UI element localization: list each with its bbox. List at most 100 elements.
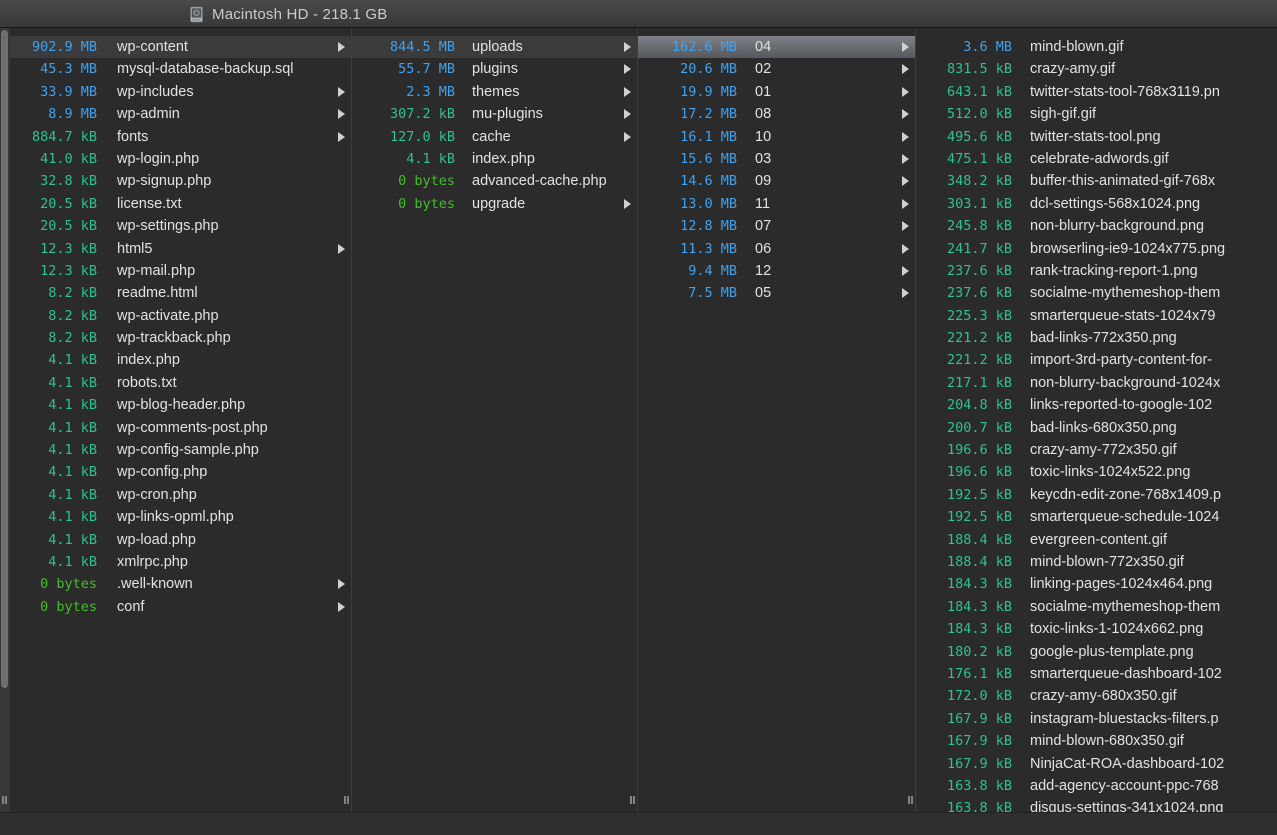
file-name: linking-pages-1024x464.png	[1030, 573, 1277, 595]
file-row[interactable]: 4.1 kBwp-config-sample.php	[10, 439, 351, 461]
file-row[interactable]: 237.6 kBrank-tracking-report-1.png	[916, 260, 1277, 282]
file-row[interactable]: 8.9 MBwp-admin	[10, 103, 351, 125]
file-row[interactable]: 192.5 kBkeycdn-edit-zone-768x1409.p	[916, 484, 1277, 506]
file-row[interactable]: 167.9 kBmind-blown-680x350.gif	[916, 730, 1277, 752]
file-row[interactable]: 3.6 MBmind-blown.gif	[916, 36, 1277, 58]
file-row[interactable]: 7.5 MB05	[638, 282, 915, 304]
file-row[interactable]: 14.6 MB09	[638, 170, 915, 192]
file-row[interactable]: 11.3 MB06	[638, 238, 915, 260]
file-row[interactable]: 188.4 kBevergreen-content.gif	[916, 529, 1277, 551]
file-size: 303.1 kB	[916, 193, 1012, 215]
file-row[interactable]: 184.3 kBtoxic-links-1-1024x662.png	[916, 618, 1277, 640]
file-row[interactable]: 184.3 kBlinking-pages-1024x464.png	[916, 573, 1277, 595]
file-row[interactable]: 225.3 kBsmarterqueue-stats-1024x79	[916, 305, 1277, 327]
file-row[interactable]: 241.7 kBbrowserling-ie9-1024x775.png	[916, 238, 1277, 260]
file-row[interactable]: 13.0 MB11	[638, 193, 915, 215]
file-row[interactable]: 192.5 kBsmarterqueue-schedule-1024	[916, 506, 1277, 528]
file-row[interactable]: 20.5 kBlicense.txt	[10, 193, 351, 215]
file-row[interactable]: 12.3 kBhtml5	[10, 238, 351, 260]
file-row[interactable]: 884.7 kBfonts	[10, 126, 351, 148]
file-row[interactable]: 4.1 kBwp-blog-header.php	[10, 394, 351, 416]
file-row[interactable]: 196.6 kBtoxic-links-1024x522.png	[916, 461, 1277, 483]
file-row[interactable]: 8.2 kBwp-activate.php	[10, 305, 351, 327]
file-row[interactable]: 172.0 kBcrazy-amy-680x350.gif	[916, 685, 1277, 707]
file-row[interactable]: 4.1 kBwp-links-opml.php	[10, 506, 351, 528]
file-row[interactable]: 4.1 kBwp-load.php	[10, 529, 351, 551]
file-row[interactable]: 19.9 MB01	[638, 81, 915, 103]
file-row[interactable]: 200.7 kBbad-links-680x350.png	[916, 417, 1277, 439]
file-name: smarterqueue-dashboard-102	[1030, 663, 1277, 685]
file-size: 32.8 kB	[10, 170, 97, 192]
file-row[interactable]: 4.1 kBxmlrpc.php	[10, 551, 351, 573]
file-row[interactable]: 831.5 kBcrazy-amy.gif	[916, 58, 1277, 80]
file-row[interactable]: 2.3 MBthemes	[352, 81, 637, 103]
column-resize-handle[interactable]	[908, 796, 913, 804]
file-row[interactable]: 475.1 kBcelebrate-adwords.gif	[916, 148, 1277, 170]
file-row[interactable]: 4.1 kBwp-config.php	[10, 461, 351, 483]
file-row[interactable]: 12.3 kBwp-mail.php	[10, 260, 351, 282]
column-resize-handle[interactable]	[630, 796, 635, 804]
file-name: wp-login.php	[117, 148, 351, 170]
file-row[interactable]: 4.1 kBwp-comments-post.php	[10, 417, 351, 439]
disclosure-triangle-icon	[624, 64, 631, 74]
column-resize-handle[interactable]	[344, 796, 349, 804]
file-row[interactable]: 16.1 MB10	[638, 126, 915, 148]
file-row[interactable]: 167.9 kBinstagram-bluestacks-filters.p	[916, 708, 1277, 730]
vertical-scrollbar-thumb[interactable]	[1, 30, 8, 688]
file-row[interactable]: 32.8 kB wp-signup.php	[10, 170, 351, 192]
file-size: 3.6 MB	[916, 36, 1012, 58]
browser-column-root: 902.9 MBwp-content45.3 MBmysql-database-…	[10, 28, 351, 812]
file-row[interactable]: 512.0 kBsigh-gif.gif	[916, 103, 1277, 125]
file-row[interactable]: 9.4 MB12	[638, 260, 915, 282]
file-row[interactable]: 4.1 kBindex.php	[10, 349, 351, 371]
file-row[interactable]: 176.1 kBsmarterqueue-dashboard-102	[916, 663, 1277, 685]
file-row[interactable]: 15.6 MB03	[638, 148, 915, 170]
column-resize-handle[interactable]	[2, 796, 7, 804]
file-row[interactable]: 844.5 MBuploads	[352, 36, 637, 58]
file-row[interactable]: 495.6 kBtwitter-stats-tool.png	[916, 126, 1277, 148]
file-row[interactable]: 33.9 MBwp-includes	[10, 81, 351, 103]
file-row[interactable]: 237.6 kBsocialme-mythemeshop-them	[916, 282, 1277, 304]
file-row[interactable]: 217.1 kBnon-blurry-background-1024x	[916, 372, 1277, 394]
disclosure-triangle-icon	[902, 42, 909, 52]
file-row[interactable]: 20.6 MB02	[638, 58, 915, 80]
file-row[interactable]: 348.2 kBbuffer-this-animated-gif-768x	[916, 170, 1277, 192]
file-name: wp-signup.php	[117, 170, 351, 192]
file-row[interactable]: 8.2 kBreadme.html	[10, 282, 351, 304]
file-row[interactable]: 643.1 kBtwitter-stats-tool-768x3119.pn	[916, 81, 1277, 103]
file-row[interactable]: 167.9 kBNinjaCat-ROA-dashboard-102	[916, 753, 1277, 775]
file-row[interactable]: 8.2 kBwp-trackback.php	[10, 327, 351, 349]
file-name: NinjaCat-ROA-dashboard-102	[1030, 753, 1277, 775]
file-row[interactable]: 4.1 kBindex.php	[352, 148, 637, 170]
file-row[interactable]: 17.2 MB08	[638, 103, 915, 125]
file-row[interactable]: 188.4 kBmind-blown-772x350.gif	[916, 551, 1277, 573]
file-row[interactable]: 307.2 kBmu-plugins	[352, 103, 637, 125]
file-row[interactable]: 0 bytes.well-known	[10, 573, 351, 595]
file-row[interactable]: 45.3 MBmysql-database-backup.sql	[10, 58, 351, 80]
file-row[interactable]: 163.8 kBadd-agency-account-ppc-768	[916, 775, 1277, 797]
file-row[interactable]: 303.1 kBdcl-settings-568x1024.png	[916, 193, 1277, 215]
file-row[interactable]: 162.6 MB04	[638, 36, 915, 58]
file-row[interactable]: 204.8 kBlinks-reported-to-google-102	[916, 394, 1277, 416]
file-row[interactable]: 4.1 kBrobots.txt	[10, 372, 351, 394]
vertical-scrollbar-track[interactable]	[0, 28, 10, 812]
file-row[interactable]: 0 bytesadvanced-cache.php	[352, 170, 637, 192]
file-row[interactable]: 55.7 MBplugins	[352, 58, 637, 80]
file-row[interactable]: 163.8 kBdisqus-settings-341x1024.png	[916, 797, 1277, 812]
file-row[interactable]: 221.2 kBbad-links-772x350.png	[916, 327, 1277, 349]
file-row[interactable]: 196.6 kBcrazy-amy-772x350.gif	[916, 439, 1277, 461]
file-row[interactable]: 41.0 kBwp-login.php	[10, 148, 351, 170]
file-row[interactable]: 12.8 MB07	[638, 215, 915, 237]
file-row[interactable]: 245.8 kBnon-blurry-background.png	[916, 215, 1277, 237]
file-row[interactable]: 0 bytesupgrade	[352, 193, 637, 215]
disclosure-triangle-icon	[338, 87, 345, 97]
file-row[interactable]: 180.2 kBgoogle-plus-template.png	[916, 641, 1277, 663]
file-row[interactable]: 127.0 kBcache	[352, 126, 637, 148]
file-row[interactable]: 20.5 kBwp-settings.php	[10, 215, 351, 237]
file-row[interactable]: 184.3 kBsocialme-mythemeshop-them	[916, 596, 1277, 618]
file-row[interactable]: 0 bytesconf	[10, 596, 351, 618]
file-row[interactable]: 221.2 kBimport-3rd-party-content-for-	[916, 349, 1277, 371]
file-row[interactable]: 4.1 kBwp-cron.php	[10, 484, 351, 506]
file-row[interactable]: 902.9 MBwp-content	[10, 36, 351, 58]
file-size: 221.2 kB	[916, 327, 1012, 349]
